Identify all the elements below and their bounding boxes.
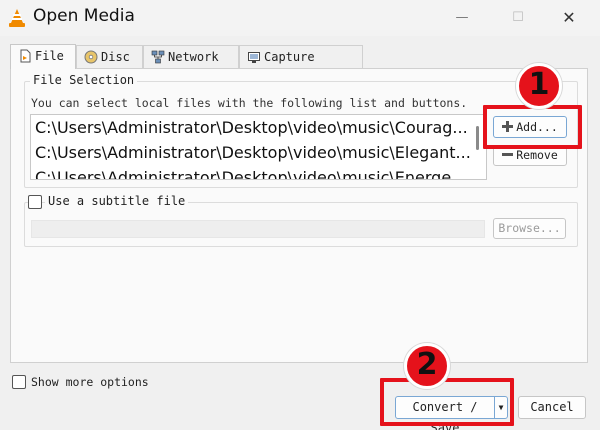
browse-button: Browse... [493, 218, 566, 239]
step-badge: 2 [404, 343, 450, 389]
list-item[interactable]: C:\Users\Administrator\Desktop\video\mus… [35, 168, 485, 179]
disc-icon [84, 50, 98, 64]
capture-device-icon [248, 52, 260, 63]
step-badge: 1 [516, 63, 562, 109]
tab-network[interactable]: Network [143, 45, 239, 69]
list-item[interactable]: C:\Users\Administrator\Desktop\video\mus… [35, 118, 485, 137]
maximize-button[interactable]: ☐ [507, 8, 529, 28]
tab-label: Network [168, 50, 219, 64]
file-list[interactable]: C:\Users\Administrator\Desktop\video\mus… [30, 114, 487, 180]
subtitle-checkbox[interactable] [28, 195, 42, 209]
vlc-cone-icon [9, 9, 25, 27]
cancel-button[interactable]: Cancel [518, 396, 586, 419]
minimize-button[interactable]: — [451, 8, 473, 28]
file-icon [20, 49, 31, 63]
remove-button-label: Remove [516, 148, 558, 162]
show-more-options-checkbox[interactable] [12, 375, 26, 389]
tab-capture-device[interactable]: Capture Device [239, 45, 363, 86]
show-more-options-label[interactable]: Show more options [31, 375, 149, 389]
title-bar: Open Media — ☐ ✕ [0, 0, 600, 36]
file-selection-label: File Selection [30, 73, 138, 87]
file-list-scrollbar[interactable] [476, 126, 479, 150]
file-selection-hint: You can select local files with the foll… [31, 96, 468, 110]
list-item[interactable]: C:\Users\Administrator\Desktop\video\mus… [35, 143, 485, 162]
highlight-box-convert [380, 378, 514, 426]
tab-label: Disc [101, 50, 130, 64]
network-icon [151, 50, 165, 64]
subtitle-checkbox-label[interactable]: Use a subtitle file [45, 194, 189, 208]
close-button[interactable]: ✕ [558, 8, 580, 28]
subtitle-path-field [31, 220, 485, 238]
minus-icon [502, 153, 514, 156]
tab-label: File [35, 49, 64, 63]
tab-disc[interactable]: Disc [76, 45, 143, 69]
highlight-box-add [483, 105, 582, 149]
window-title: Open Media [33, 6, 135, 26]
tab-file[interactable]: File [10, 44, 76, 69]
